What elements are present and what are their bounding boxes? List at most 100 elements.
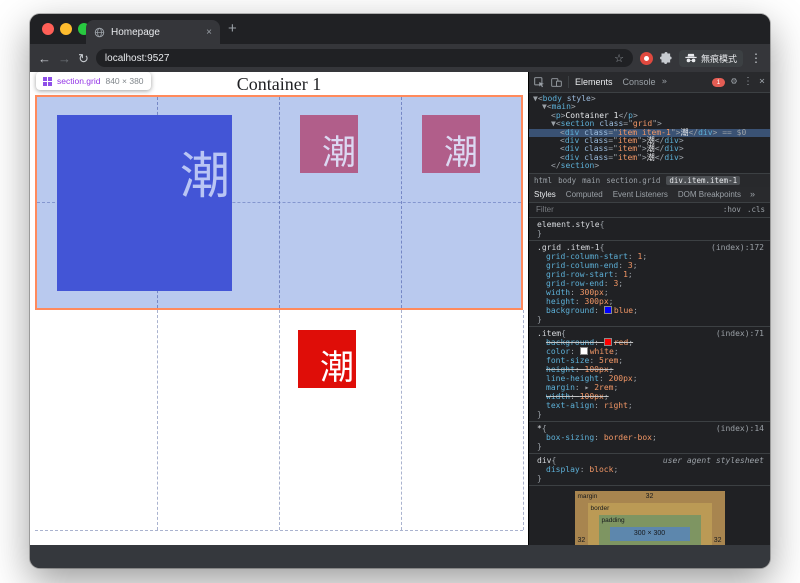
grid-extended-line: [279, 310, 280, 530]
breadcrumb-item[interactable]: html: [534, 176, 552, 185]
css-property[interactable]: display: block;: [537, 465, 766, 474]
inspect-element-icon[interactable]: [534, 76, 545, 88]
panel-tab-elements[interactable]: Elements: [575, 77, 613, 87]
css-property[interactable]: grid-row-end: 3;: [537, 279, 766, 288]
screenshot-canvas: Homepage × + ← → ↻ localhost:9527 ☆ 無痕模式…: [0, 0, 800, 583]
css-property[interactable]: width: 300px;: [537, 288, 766, 297]
css-property[interactable]: background: red;: [537, 337, 766, 347]
browser-menu-kebab-icon[interactable]: ⋮: [750, 51, 762, 65]
style-rule: .grid .item-1 {(index):172 grid-column-st…: [529, 241, 770, 327]
window-content: Container 1 潮 潮 潮 潮 section.grid 840 × 3…: [30, 72, 770, 545]
browser-tab[interactable]: Homepage ×: [86, 20, 220, 44]
traffic-light-minimize[interactable]: [60, 23, 72, 35]
tab-close-icon[interactable]: ×: [206, 27, 212, 38]
rule-source-link[interactable]: (index):172: [711, 243, 766, 252]
css-property[interactable]: font-size: 5rem;: [537, 356, 766, 365]
more-panels-icon[interactable]: »: [662, 77, 667, 87]
margin-top-value: 32: [645, 492, 654, 500]
css-property[interactable]: text-align: right;: [537, 401, 766, 410]
rule-selector[interactable]: element.style: [537, 220, 600, 229]
page-viewport: Container 1 潮 潮 潮 潮 section.grid 840 × 3…: [30, 72, 528, 545]
devtools-close-icon[interactable]: ×: [759, 77, 765, 87]
tooltip-dimensions: 840 × 380: [105, 76, 144, 86]
back-button[interactable]: ←: [38, 52, 51, 65]
box-model-border: border padding 300 × 300: [587, 502, 712, 545]
css-property[interactable]: height: 100px;: [537, 365, 766, 374]
incognito-spy-icon: [685, 53, 697, 63]
rule-selector[interactable]: div: [537, 456, 551, 465]
more-sidebar-tabs-icon[interactable]: »: [746, 189, 759, 199]
bookmark-star-icon[interactable]: ☆: [614, 52, 624, 65]
sidebar-tab-styles[interactable]: Styles: [529, 190, 561, 199]
rule-source-link[interactable]: (index):71: [716, 329, 766, 338]
grid-extended-row-line: [35, 530, 523, 531]
address-bar[interactable]: localhost:9527 ☆: [95, 49, 633, 67]
css-property[interactable]: grid-row-start: 1;: [537, 270, 766, 279]
devtools-kebab-icon[interactable]: ⋮: [743, 77, 753, 87]
css-property[interactable]: background: blue;: [537, 305, 766, 315]
grid-item-2: 潮: [300, 115, 358, 173]
browser-window: Homepage × + ← → ↻ localhost:9527 ☆ 無痕模式…: [30, 14, 770, 568]
panel-tab-strip: Elements Console: [575, 77, 656, 87]
rule-selector[interactable]: .item: [537, 329, 561, 338]
color-swatch[interactable]: [603, 305, 612, 314]
css-property[interactable]: height: 300px;: [537, 297, 766, 306]
sidebar-tab-dom-breakpoints[interactable]: DOM Breakpoints: [673, 190, 746, 199]
sidebar-tab-event-listeners[interactable]: Event Listeners: [608, 190, 673, 199]
grid-item-3-text: 潮: [444, 135, 478, 172]
grid-item-4-text: 潮: [320, 350, 354, 387]
color-swatch[interactable]: [579, 346, 588, 355]
incognito-badge: 無痕模式: [678, 49, 743, 67]
border-label: border: [590, 504, 610, 512]
grid-item-1: 潮: [57, 115, 232, 291]
css-property[interactable]: line-height: 200px;: [537, 374, 766, 383]
cls-toggle[interactable]: .cls: [747, 205, 765, 214]
style-rule: div {user agent stylesheet display: block…: [529, 454, 770, 486]
rule-selector[interactable]: .grid .item-1: [537, 243, 600, 252]
sidebar-tab-strip: Styles Computed Event Listeners DOM Breakpo…: [529, 186, 770, 203]
extension-icon[interactable]: [639, 51, 653, 65]
url-text[interactable]: localhost:9527: [105, 53, 170, 64]
breadcrumb-item[interactable]: main: [582, 176, 600, 185]
hov-toggle[interactable]: :hov: [723, 205, 741, 214]
dom-tree: ▼<body style> ▼<main> <p>Container 1</p> ▼<…: [529, 93, 770, 173]
rule-source-link[interactable]: [764, 220, 766, 229]
breadcrumb-item[interactable]: div.item.item-1: [666, 175, 741, 185]
breadcrumb-item[interactable]: section.grid: [606, 176, 660, 185]
filter-input[interactable]: [534, 204, 628, 216]
grid-extended-line: [523, 310, 524, 530]
inspect-tooltip: section.grid 840 × 380: [36, 72, 151, 90]
device-toolbar-icon[interactable]: [551, 77, 562, 88]
panel-tab-console[interactable]: Console: [623, 77, 656, 87]
extensions-puzzle-icon[interactable]: [659, 52, 672, 64]
css-property[interactable]: box-sizing: border-box;: [537, 433, 766, 442]
rule-source-link[interactable]: user agent stylesheet: [663, 456, 766, 465]
tree-row[interactable]: </section>: [529, 162, 770, 170]
traffic-light-close[interactable]: [42, 23, 54, 35]
css-property[interactable]: grid-column-end: 3;: [537, 261, 766, 270]
style-rule: * {(index):14 box-sizing: border-box;}: [529, 422, 770, 454]
margin-right-value: 32: [713, 536, 722, 544]
devtools-toolbar: Elements Console » 1 ⚙ ⋮ ×: [529, 72, 770, 93]
grid-item-3: 潮: [422, 115, 480, 173]
grid-badge-icon: [43, 76, 52, 86]
sidebar-tab-computed[interactable]: Computed: [561, 190, 608, 199]
breadcrumb-item[interactable]: body: [558, 176, 576, 185]
settings-gear-icon[interactable]: ⚙: [731, 77, 737, 87]
incognito-label: 無痕模式: [700, 53, 737, 64]
style-rule: element.style {}: [529, 218, 770, 241]
grid-item-2-text: 潮: [322, 135, 356, 172]
css-property[interactable]: margin: ▸ 2rem;: [537, 383, 766, 392]
padding-label: padding: [601, 516, 625, 524]
rule-source-link[interactable]: (index):14: [716, 424, 766, 433]
reload-button[interactable]: ↻: [78, 52, 89, 65]
tooltip-selector: section.grid: [57, 76, 101, 86]
error-count-badge[interactable]: 1: [711, 77, 725, 87]
css-property[interactable]: color: white;: [537, 346, 766, 356]
color-swatch[interactable]: [603, 337, 612, 346]
css-property[interactable]: width: 100px;: [537, 392, 766, 401]
css-property[interactable]: grid-column-start: 1;: [537, 252, 766, 261]
new-tab-button[interactable]: +: [228, 19, 237, 39]
forward-button[interactable]: →: [58, 52, 71, 65]
grid-item-1-text: 潮: [180, 148, 230, 204]
